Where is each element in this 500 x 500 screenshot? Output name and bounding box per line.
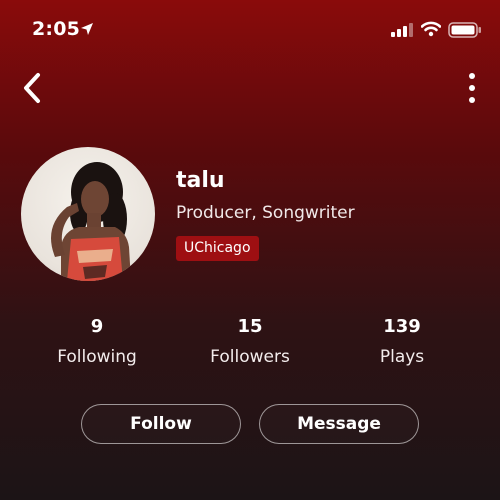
status-time: 2:05 (32, 18, 81, 40)
profile-avatar (21, 147, 155, 281)
stat-followers[interactable]: 15 Followers (190, 316, 310, 367)
status-bar: 2:05 (0, 0, 500, 60)
profile-name: talu (176, 168, 225, 193)
wifi-icon (421, 21, 441, 37)
message-button[interactable]: Message (259, 404, 419, 444)
stat-plays-count: 139 (383, 316, 421, 337)
stat-plays: 139 Plays (342, 316, 462, 367)
stat-plays-label: Plays (379, 347, 425, 367)
profile-roles: Producer, Songwriter (176, 203, 355, 223)
follow-button[interactable]: Follow (81, 404, 241, 444)
stat-following-count: 9 (90, 316, 104, 337)
more-vertical-icon (469, 73, 475, 103)
school-badge: UChicago (176, 236, 259, 261)
stat-following-label: Following (57, 347, 137, 367)
chevron-left-icon (24, 73, 40, 103)
battery-icon (448, 22, 481, 38)
stat-following[interactable]: 9 Following (37, 316, 157, 367)
avatar-photo (51, 162, 131, 281)
back-button[interactable] (18, 70, 52, 106)
stat-followers-count: 15 (237, 316, 263, 337)
stat-followers-label: Followers (210, 347, 290, 367)
signal-bars-icon (391, 23, 413, 37)
location-arrow-icon (81, 23, 93, 35)
more-options-button[interactable] (462, 72, 482, 104)
